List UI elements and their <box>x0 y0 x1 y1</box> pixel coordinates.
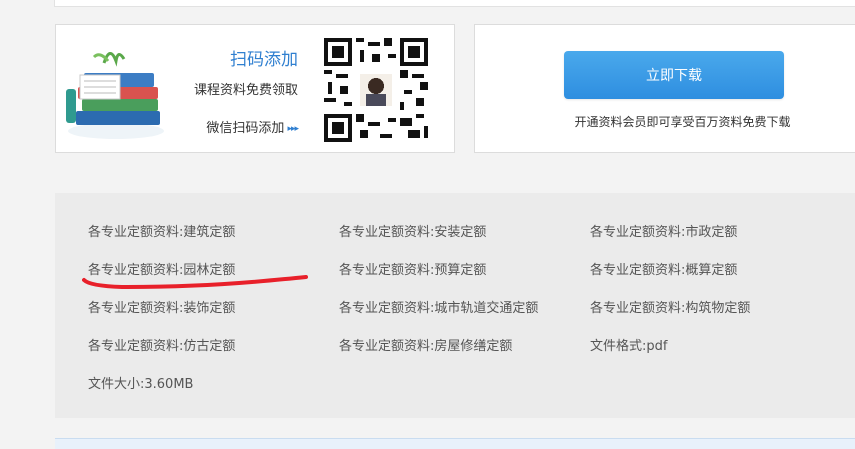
info-item: 各专业定额资料:概算定额 <box>590 263 738 278</box>
info-item: 各专业定额资料:仿古定额 <box>88 339 236 354</box>
qr-promo-card: 扫码添加 课程资料免费领取 微信扫码添加 ▸▸▸ <box>55 24 455 153</box>
qr-scan-label: 微信扫码添加 <box>206 121 285 136</box>
download-card: 立即下载 开通资料会员即可享受百万资料免费下载 <box>474 24 855 153</box>
info-item: 各专业定额资料:构筑物定额 <box>590 301 751 316</box>
qr-code-image <box>324 38 428 142</box>
qr-scan-row: 微信扫码添加 ▸▸▸ <box>188 117 299 136</box>
file-format-item: 文件格式:pdf <box>590 339 668 354</box>
info-item: 各专业定额资料:房屋修缮定额 <box>339 339 513 354</box>
info-item: 各专业定额资料:建筑定额 <box>88 225 236 240</box>
info-item: 各专业定额资料:装饰定额 <box>88 301 236 316</box>
info-item: 各专业定额资料:安装定额 <box>339 225 487 240</box>
triple-arrow-icon: ▸▸▸ <box>287 124 299 134</box>
bottom-table-edge <box>55 438 855 449</box>
info-item: 各专业定额资料:市政定额 <box>590 225 738 240</box>
info-item: 各专业定额资料:园林定额 <box>88 263 236 278</box>
books-illustration-icon <box>66 52 164 139</box>
info-item: 各专业定额资料:城市轨道交通定额 <box>339 301 539 316</box>
top-strip <box>54 0 855 7</box>
qr-title: 扫码添加 <box>230 50 298 70</box>
left-sidebar <box>0 0 54 448</box>
info-item: 各专业定额资料:预算定额 <box>339 263 487 278</box>
qr-subtitle: 课程资料免费领取 <box>193 83 298 98</box>
download-now-button[interactable]: 立即下载 <box>564 51 784 99</box>
file-size-item: 文件大小:3.60MB <box>88 377 194 392</box>
vip-membership-note: 开通资料会员即可享受百万资料免费下载 <box>574 115 791 129</box>
